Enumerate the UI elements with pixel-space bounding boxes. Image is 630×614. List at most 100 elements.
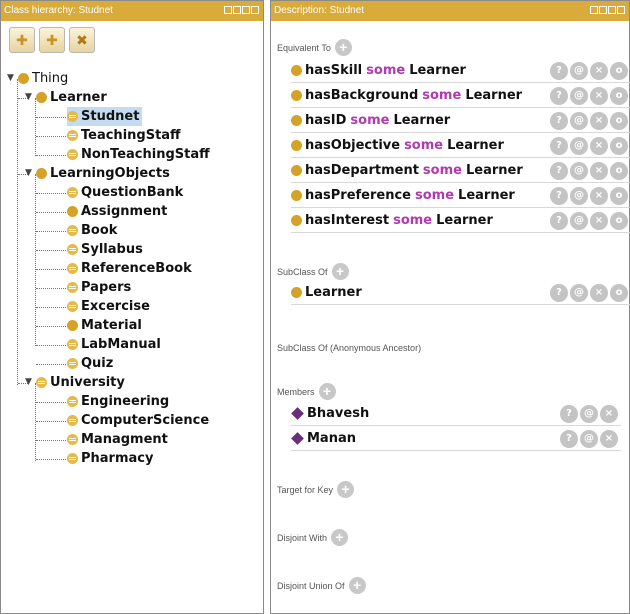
explain-button[interactable]: ?: [550, 137, 568, 155]
member-row[interactable]: Manan ? @ ×: [291, 427, 621, 451]
tree-node-syllabus[interactable]: Syllabus: [67, 240, 143, 259]
collapse-icon[interactable]: ▼: [25, 164, 34, 183]
class-hierarchy-panel: Class hierarchy: Studnet ✚ ✚ ✖ ▼ Thing ▼ L…: [0, 0, 264, 614]
equivalent-class-icon: [67, 244, 78, 255]
add-disjoint-button[interactable]: +: [331, 529, 349, 546]
tree-node-learning-objects[interactable]: ▼ LearningObjects: [25, 164, 170, 183]
equivalent-row[interactable]: hasSkill some Learner? @ × o: [291, 59, 630, 83]
explain-button[interactable]: ?: [550, 284, 568, 302]
window-controls[interactable]: [224, 6, 259, 14]
tree-node-lab-manual[interactable]: LabManual: [67, 335, 161, 354]
delete-button[interactable]: ×: [600, 430, 618, 448]
collapse-icon[interactable]: ▼: [25, 88, 34, 107]
delete-button[interactable]: ×: [590, 284, 608, 302]
delete-button[interactable]: ×: [590, 187, 608, 205]
delete-class-button[interactable]: ✖: [69, 27, 95, 53]
equivalent-row[interactable]: hasInterest some Learner? @ × o: [291, 209, 630, 233]
annotate-button[interactable]: @: [570, 162, 588, 180]
minimize-icon[interactable]: [224, 6, 232, 14]
equivalent-class-icon: [67, 187, 78, 198]
add-disjoint-union-button[interactable]: +: [348, 577, 366, 594]
close-icon[interactable]: [251, 6, 259, 14]
tree-node-learner[interactable]: ▼ Learner: [25, 88, 107, 107]
superclass-row[interactable]: Learner ? @ × o: [291, 281, 630, 305]
add-superclass-button[interactable]: +: [331, 263, 349, 280]
delete-button[interactable]: ×: [600, 405, 618, 423]
annotate-button[interactable]: @: [570, 187, 588, 205]
explain-button[interactable]: ?: [560, 430, 578, 448]
tree-node-engineering[interactable]: Engineering: [67, 392, 169, 411]
minimize-icon[interactable]: [590, 6, 598, 14]
explain-button[interactable]: ?: [550, 187, 568, 205]
delete-button[interactable]: ×: [590, 87, 608, 105]
annotate-button[interactable]: @: [570, 284, 588, 302]
delete-button[interactable]: ×: [590, 62, 608, 80]
equivalent-row[interactable]: hasPreference some Learner? @ × o: [291, 184, 630, 208]
add-key-button[interactable]: +: [337, 481, 355, 498]
explain-button[interactable]: ?: [550, 212, 568, 230]
edit-button[interactable]: o: [610, 62, 628, 80]
equivalent-row[interactable]: hasObjective some Learner? @ × o: [291, 134, 630, 158]
window-controls[interactable]: [590, 6, 625, 14]
equivalent-row[interactable]: hasDepartment some Learner? @ × o: [291, 159, 630, 183]
restore-icon[interactable]: [233, 6, 241, 14]
add-member-button[interactable]: +: [318, 383, 336, 400]
annotate-button[interactable]: @: [570, 137, 588, 155]
collapse-icon[interactable]: ▼: [25, 373, 34, 392]
tree-node-teaching-staff[interactable]: TeachingStaff: [67, 126, 181, 145]
edit-button[interactable]: o: [610, 212, 628, 230]
annotate-button[interactable]: @: [570, 87, 588, 105]
add-sibling-button[interactable]: ✚: [39, 27, 65, 53]
tree-node-material[interactable]: Material: [67, 316, 142, 335]
maximize-icon[interactable]: [242, 6, 250, 14]
tree-node-papers[interactable]: Papers: [67, 278, 131, 297]
delete-class-icon: ✖: [76, 31, 88, 48]
explain-button[interactable]: ?: [550, 87, 568, 105]
delete-button[interactable]: ×: [590, 137, 608, 155]
tree-node-quiz[interactable]: Quiz: [67, 354, 113, 373]
delete-button[interactable]: ×: [590, 112, 608, 130]
delete-button[interactable]: ×: [590, 162, 608, 180]
edit-button[interactable]: o: [610, 112, 628, 130]
tree-node-non-teaching-staff[interactable]: NonTeachingStaff: [67, 145, 210, 164]
explain-button[interactable]: ?: [550, 162, 568, 180]
tree-node-reference-book[interactable]: ReferenceBook: [67, 259, 192, 278]
tree-node-computer-science[interactable]: ComputerScience: [67, 411, 209, 430]
annotate-button[interactable]: @: [580, 430, 598, 448]
equivalent-class-icon: [36, 377, 47, 388]
edit-button[interactable]: o: [610, 137, 628, 155]
edit-button[interactable]: o: [610, 187, 628, 205]
add-equivalent-button[interactable]: +: [334, 39, 352, 56]
edit-button[interactable]: o: [610, 162, 628, 180]
edit-button[interactable]: o: [610, 284, 628, 302]
annotate-button[interactable]: @: [570, 62, 588, 80]
explain-button[interactable]: ?: [550, 112, 568, 130]
class-icon: [291, 140, 302, 151]
add-subclass-button[interactable]: ✚: [9, 27, 35, 53]
annotate-button[interactable]: @: [580, 405, 598, 423]
explain-button[interactable]: ?: [550, 62, 568, 80]
member-row[interactable]: Bhavesh ? @ ×: [291, 402, 621, 426]
tree-node-studnet[interactable]: Studnet: [67, 107, 143, 126]
tree-node-thing[interactable]: ▼ Thing: [7, 69, 68, 88]
tree-node-book[interactable]: Book: [67, 221, 117, 240]
tree-node-university[interactable]: ▼ University: [25, 373, 125, 392]
equivalent-row[interactable]: hasBackground some Learner? @ × o: [291, 84, 630, 108]
delete-button[interactable]: ×: [590, 212, 608, 230]
some-keyword: some: [366, 63, 406, 78]
some-keyword: some: [422, 88, 462, 103]
annotate-button[interactable]: @: [570, 212, 588, 230]
tree-node-managment[interactable]: Managment: [67, 430, 168, 449]
tree-node-question-bank[interactable]: QuestionBank: [67, 183, 183, 202]
tree-node-pharmacy[interactable]: Pharmacy: [67, 449, 153, 468]
explain-button[interactable]: ?: [560, 405, 578, 423]
tree-node-excercise[interactable]: Excercise: [67, 297, 150, 316]
tree-node-assignment[interactable]: Assignment: [67, 202, 167, 221]
restore-icon[interactable]: [599, 6, 607, 14]
maximize-icon[interactable]: [608, 6, 616, 14]
annotate-button[interactable]: @: [570, 112, 588, 130]
collapse-icon[interactable]: ▼: [7, 69, 16, 88]
edit-button[interactable]: o: [610, 87, 628, 105]
close-icon[interactable]: [617, 6, 625, 14]
equivalent-row[interactable]: hasID some Learner? @ × o: [291, 109, 630, 133]
